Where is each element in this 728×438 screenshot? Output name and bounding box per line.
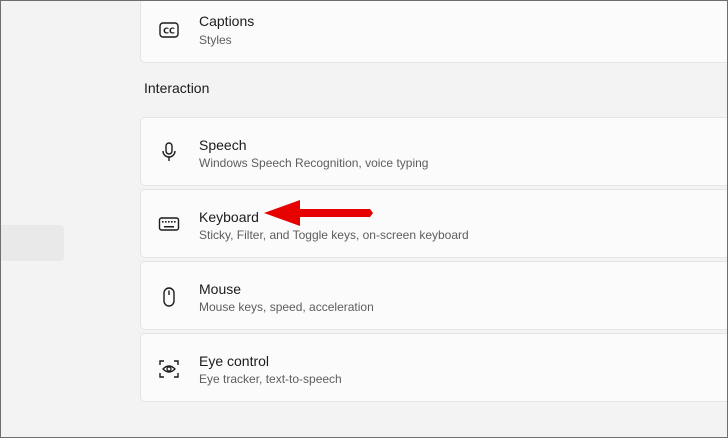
microphone-icon xyxy=(157,140,181,164)
keyboard-subtitle: Sticky, Filter, and Toggle keys, on-scre… xyxy=(199,228,469,242)
settings-card-keyboard[interactable]: Keyboard Sticky, Filter, and Toggle keys… xyxy=(140,189,728,258)
captions-subtitle: Styles xyxy=(199,33,232,47)
mouse-title: Mouse xyxy=(199,281,242,297)
annotation-arrow xyxy=(264,200,373,226)
keyboard-title: Keyboard xyxy=(199,209,259,225)
settings-card-captions[interactable]: CC Captions Styles xyxy=(140,0,728,63)
eye-control-icon xyxy=(157,357,181,381)
settings-card-mouse[interactable]: Mouse Mouse keys, speed, acceleration xyxy=(140,261,728,330)
speech-title: Speech xyxy=(199,137,247,153)
settings-card-speech[interactable]: Speech Windows Speech Recognition, voice… xyxy=(140,117,728,186)
svg-text:CC: CC xyxy=(163,27,175,36)
speech-subtitle: Windows Speech Recognition, voice typing xyxy=(199,156,429,170)
eye-control-title: Eye control xyxy=(199,353,270,369)
captions-icon: CC xyxy=(157,18,181,42)
mouse-subtitle: Mouse keys, speed, acceleration xyxy=(199,300,374,314)
eye-control-subtitle: Eye tracker, text-to-speech xyxy=(199,372,342,386)
settings-card-eye-control[interactable]: Eye control Eye tracker, text-to-speech xyxy=(140,333,728,402)
section-header-interaction: Interaction xyxy=(144,80,210,96)
captions-title: Captions xyxy=(199,13,255,29)
mouse-icon xyxy=(157,285,181,309)
keyboard-icon xyxy=(157,212,181,236)
nav-item-selected[interactable] xyxy=(0,225,64,261)
